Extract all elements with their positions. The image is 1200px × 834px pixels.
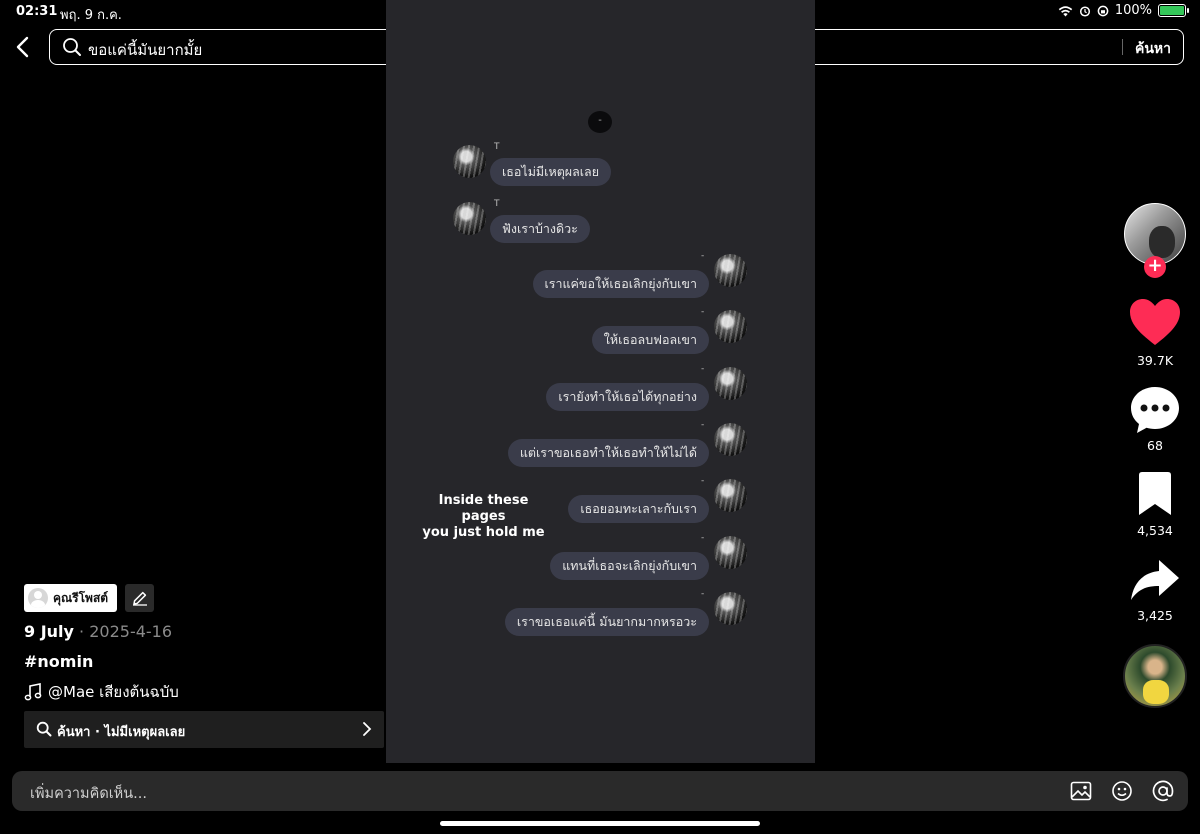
- chat-avatar: [453, 202, 486, 235]
- chat-bubble: เราแค่ขอให้เธอเลิกยุ่งกับเขา: [532, 270, 709, 298]
- repost-avatar: [28, 588, 48, 608]
- chat-time-dot: -: [588, 111, 612, 133]
- chat-avatar: [714, 423, 747, 456]
- related-search-bar[interactable]: ค้นหา · ไม่มีเหตุผลเลย: [24, 711, 384, 748]
- chat-sender-name: T: [494, 199, 500, 209]
- wifi-icon: [1058, 5, 1073, 16]
- status-indicators: 100%: [1058, 3, 1189, 18]
- save-button[interactable]: [1125, 471, 1185, 517]
- chat-bubble: เราขอเธอแค่นี้ มันยากมากหรอวะ: [504, 608, 709, 636]
- chevron-left-icon: [16, 36, 29, 58]
- chat-avatar: [714, 536, 747, 569]
- chat-sender-name: T: [494, 142, 500, 152]
- battery-percent: 100%: [1114, 3, 1152, 18]
- chat-avatar: [714, 592, 747, 625]
- chat-bubble: ฟังเราบ้างดิวะ: [490, 215, 590, 243]
- chat-bubble: แทนที่เธอจะเลิกยุ่งกับเขา: [550, 552, 709, 580]
- video-caption: Inside these pages you just hold me: [416, 493, 551, 541]
- search-icon: [63, 38, 81, 56]
- pencil-icon: [132, 591, 147, 606]
- emoji-sticker-icon[interactable]: [1111, 780, 1133, 802]
- alarm-icon: [1079, 5, 1090, 17]
- status-time: 02:31: [16, 4, 58, 19]
- post-date-sub: · 2025-4-16: [73, 622, 173, 641]
- heart-icon: [1130, 299, 1180, 345]
- status-date: พฤ. 9 ก.ค.: [60, 8, 122, 23]
- battery-icon: [1158, 4, 1189, 17]
- like-count: 39.7K: [1136, 353, 1174, 368]
- chat-avatar: [714, 254, 747, 287]
- related-search-label: ค้นหา · ไม่มีเหตุผลเลย: [57, 725, 186, 740]
- chat-sender-name: -: [701, 364, 705, 374]
- chat-sender-name: -: [701, 533, 705, 543]
- repost-label: คุณรีโพสต์: [53, 590, 109, 605]
- search-icon: [36, 721, 52, 737]
- hashtag-link[interactable]: #nomin: [24, 652, 93, 671]
- search-divider: [1122, 39, 1123, 55]
- chat-sender-name: -: [701, 307, 705, 317]
- search-input[interactable]: ขอแค่นี้มันยากมั้ย: [88, 38, 202, 62]
- sound-link[interactable]: @Mae เสียงต้นฉบับ: [24, 680, 179, 704]
- comment-bubble-icon: [1131, 387, 1179, 433]
- chat-bubble: แต่เราขอเธอทำให้เธอทำให้ไม่ได้: [507, 439, 709, 467]
- like-button[interactable]: [1125, 298, 1185, 348]
- chat-avatar: [714, 479, 747, 512]
- video-caption-line-2: you just hold me: [422, 525, 545, 540]
- back-button[interactable]: [12, 34, 36, 60]
- video-player[interactable]: - Inside these pages you just hold me Tเ…: [386, 0, 815, 763]
- comment-bar[interactable]: เพิ่มความคิดเห็น...: [12, 771, 1188, 811]
- chat-sender-name: -: [701, 251, 705, 261]
- chat-bubble: ให้เธอลบฟอลเขา: [591, 326, 709, 354]
- comment-button[interactable]: [1125, 385, 1185, 435]
- music-note-icon: [24, 683, 42, 701]
- bookmark-icon: [1139, 472, 1171, 515]
- chat-avatar: [714, 367, 747, 400]
- chat-sender-name: -: [701, 476, 705, 486]
- share-count: 3,425: [1137, 608, 1173, 623]
- home-indicator[interactable]: [440, 821, 760, 826]
- image-icon[interactable]: [1070, 780, 1092, 802]
- chat-avatar: [714, 310, 747, 343]
- video-caption-line-1: Inside these pages: [438, 493, 529, 524]
- share-arrow-icon: [1131, 560, 1179, 600]
- search-submit-button[interactable]: ค้นหา: [1135, 38, 1171, 60]
- plus-icon: +: [1147, 255, 1163, 276]
- save-count: 4,534: [1137, 523, 1173, 538]
- post-date-main: 9 July: [24, 622, 74, 641]
- music-disc[interactable]: [1123, 644, 1187, 708]
- chevron-right-icon: [363, 722, 372, 736]
- sound-label: @Mae เสียงต้นฉบับ: [48, 683, 179, 701]
- follow-button[interactable]: +: [1144, 256, 1166, 278]
- comment-count: 68: [1147, 438, 1163, 453]
- edit-button[interactable]: [125, 584, 154, 612]
- chat-sender-name: -: [701, 589, 705, 599]
- repost-tag[interactable]: คุณรีโพสต์: [24, 584, 118, 612]
- post-date: 9 July · 2025-4-16: [24, 622, 172, 641]
- rotation-lock-icon: [1097, 5, 1109, 16]
- chat-sender-name: -: [701, 420, 705, 430]
- chat-bubble: เธอยอมทะเลาะกับเรา: [568, 495, 709, 523]
- mention-icon[interactable]: [1152, 780, 1174, 802]
- chat-bubble: เธอไม่มีเหตุผลเลย: [490, 158, 612, 186]
- share-button[interactable]: [1125, 558, 1185, 602]
- comment-input[interactable]: เพิ่มความคิดเห็น...: [30, 782, 147, 805]
- chat-avatar: [453, 145, 486, 178]
- chat-bubble: เรายังทำให้เธอได้ทุกอย่าง: [546, 383, 709, 411]
